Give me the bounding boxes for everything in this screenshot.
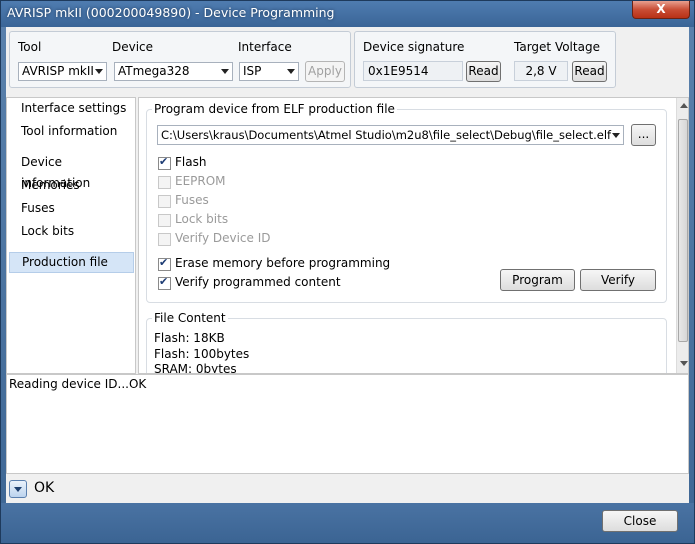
tool-group: Tool AVRISP mkII Device ATmega328 Interf… xyxy=(9,31,351,88)
device-info-group: Device signature 0x1E9514 Read Target Vo… xyxy=(354,31,616,88)
main-panel: Program device from ELF production file … xyxy=(138,97,689,374)
tool-select[interactable]: AVRISP mkII xyxy=(18,62,107,81)
eeprom-checkbox[interactable] xyxy=(158,176,171,189)
sidebar-item-fuses[interactable]: Fuses xyxy=(9,198,134,219)
log-panel: Reading device ID...OK xyxy=(6,374,689,474)
device-label: Device xyxy=(112,40,154,54)
log-message: Reading device ID...OK xyxy=(9,377,147,391)
apply-button[interactable]: Apply xyxy=(305,61,345,82)
scroll-up-icon[interactable] xyxy=(680,103,688,108)
scrollbar-thumb[interactable] xyxy=(678,119,688,342)
window-title: AVRISP mkII (000200049890) - Device Prog… xyxy=(7,5,335,20)
interface-select-value: ISP xyxy=(243,64,262,78)
sidebar-item-interface-settings[interactable]: Interface settings xyxy=(9,98,134,119)
sidebar-item-lock-bits[interactable]: Lock bits xyxy=(9,221,134,242)
close-button[interactable]: Close xyxy=(602,510,678,532)
interface-select[interactable]: ISP xyxy=(239,62,299,81)
main-scrollbar[interactable] xyxy=(676,98,688,373)
status-text: OK xyxy=(34,480,55,496)
sidebar-item-memories[interactable]: Memories xyxy=(9,175,134,196)
signature-read-button[interactable]: Read xyxy=(466,61,501,82)
file-content-line: Flash: 100bytes xyxy=(154,347,250,361)
voltage-read-button[interactable]: Read xyxy=(572,61,607,82)
device-select-value: ATmega328 xyxy=(118,64,190,78)
voltage-value: 2,8 V xyxy=(514,61,568,81)
device-select[interactable]: ATmega328 xyxy=(114,62,233,81)
dialog-footer: Close xyxy=(1,503,694,543)
file-content-legend: File Content xyxy=(152,311,228,325)
window-close-button[interactable]: X xyxy=(632,1,690,19)
file-content-line: SRAM: 0bytes xyxy=(154,362,237,374)
voltage-label: Target Voltage xyxy=(514,40,600,54)
sidebar: Interface settings Tool information Devi… xyxy=(6,97,136,374)
lock-bits-label: Lock bits xyxy=(175,212,229,226)
sidebar-item-device-information[interactable]: Device information xyxy=(9,152,134,190)
verify-content-label: Verify programmed content xyxy=(175,275,341,289)
production-file-legend: Program device from ELF production file xyxy=(152,102,397,116)
chevron-down-icon xyxy=(95,69,103,74)
program-button[interactable]: Program xyxy=(500,269,575,291)
chevron-down-icon xyxy=(14,487,22,492)
browse-button[interactable]: ... xyxy=(631,124,656,146)
erase-memory-label: Erase memory before programming xyxy=(175,256,391,270)
eeprom-label: EEPROM xyxy=(175,174,226,188)
fuses-label: Fuses xyxy=(175,193,209,207)
chevron-down-icon xyxy=(612,133,620,138)
device-programming-window: AVRISP mkII (000200049890) - Device Prog… xyxy=(0,0,695,544)
elf-file-path: C:\Users\kraus\Documents\Atmel Studio\m2… xyxy=(161,128,612,142)
flash-checkbox[interactable] xyxy=(158,155,171,170)
scroll-down-icon[interactable] xyxy=(680,361,688,366)
fuses-checkbox[interactable] xyxy=(158,195,171,208)
sidebar-item-tool-information[interactable]: Tool information xyxy=(9,121,134,142)
signature-value: 0x1E9514 xyxy=(363,61,463,81)
elf-file-select[interactable]: C:\Users\kraus\Documents\Atmel Studio\m2… xyxy=(157,125,624,145)
chevron-down-icon xyxy=(221,69,229,74)
verify-device-id-label: Verify Device ID xyxy=(175,231,271,245)
expand-log-button[interactable] xyxy=(9,480,27,498)
client-area: Tool AVRISP mkII Device ATmega328 Interf… xyxy=(6,27,689,503)
sidebar-item-production-file[interactable]: Production file xyxy=(9,252,134,273)
tool-select-value: AVRISP mkII xyxy=(22,64,94,78)
file-content-line: Flash: 18KB xyxy=(154,331,225,345)
verify-content-checkbox[interactable] xyxy=(158,275,171,290)
lock-bits-checkbox[interactable] xyxy=(158,214,171,227)
verify-device-id-checkbox[interactable] xyxy=(158,233,171,246)
flash-label: Flash xyxy=(175,155,207,169)
status-bar: OK xyxy=(6,474,689,503)
title-bar[interactable]: AVRISP mkII (000200049890) - Device Prog… xyxy=(1,1,694,27)
verify-button[interactable]: Verify xyxy=(580,269,656,291)
interface-label: Interface xyxy=(238,40,292,54)
tool-label: Tool xyxy=(18,40,42,54)
chevron-down-icon xyxy=(287,69,295,74)
signature-label: Device signature xyxy=(363,40,465,54)
erase-memory-checkbox[interactable] xyxy=(158,256,171,271)
